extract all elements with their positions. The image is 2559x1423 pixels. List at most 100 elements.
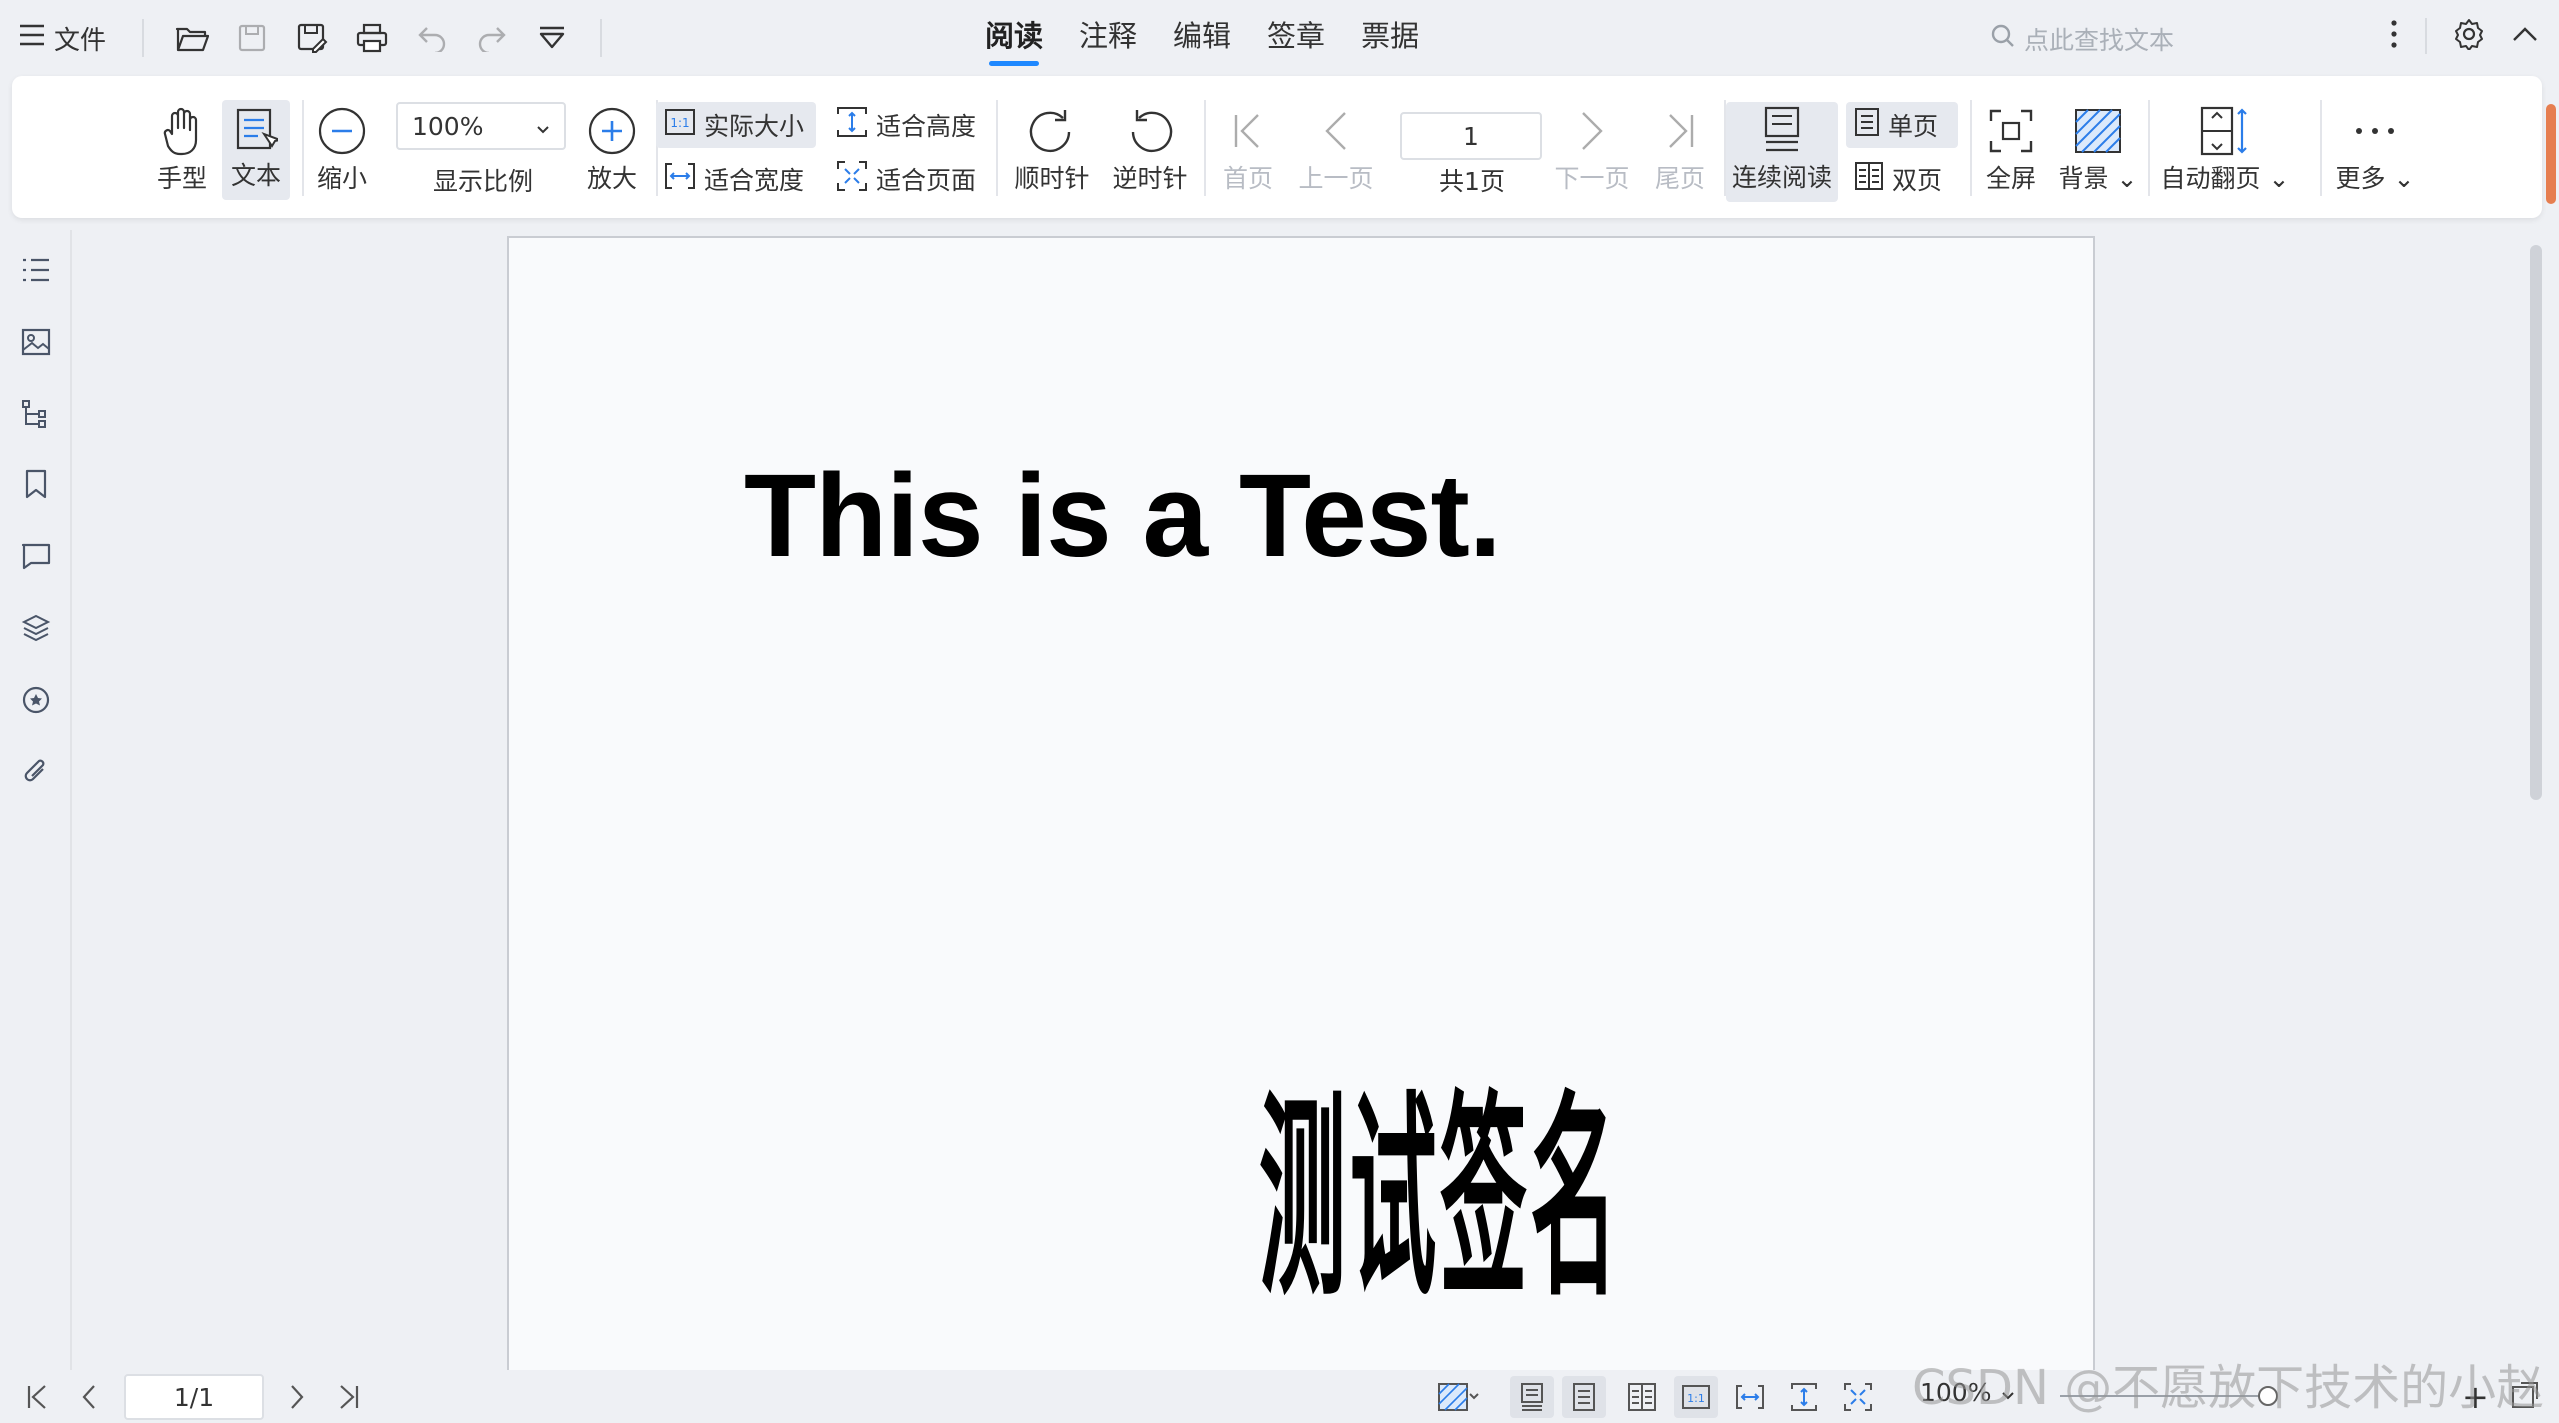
vertical-scrollbar[interactable] <box>2530 245 2542 800</box>
top-bar: 文件 阅读 注释 编辑 签章 票据 点此查找文本 <box>0 0 2559 76</box>
document-page: This is a Test. 测试签名 <box>507 236 2095 1370</box>
tab-annotate[interactable]: 注释 <box>1079 16 1137 66</box>
continuous-reading-button[interactable]: 连续阅读 <box>1726 102 1838 202</box>
page-number-input[interactable]: 1 <box>1400 112 1542 160</box>
zoom-select[interactable]: 100% <box>396 102 566 150</box>
hand-tool-label: 手型 <box>156 164 207 193</box>
collapse-ribbon-icon[interactable] <box>2511 25 2539 47</box>
save-as-icon[interactable] <box>292 18 332 58</box>
status-page-input[interactable]: 1/1 <box>124 1374 264 1420</box>
redo-icon[interactable] <box>472 18 512 58</box>
background-pattern-icon[interactable] <box>1430 1376 1486 1418</box>
rotate-ccw-icon <box>1123 103 1177 159</box>
chevron-right-icon[interactable] <box>282 1382 312 1412</box>
more-options-icon[interactable] <box>2389 19 2399 53</box>
fit-page-button[interactable]: 适合页面 <box>828 156 988 202</box>
single-page-button[interactable]: 单页 <box>1846 102 1958 148</box>
search-box[interactable]: 点此查找文本 <box>1990 20 2290 58</box>
last-page-button[interactable]: 尾页 <box>1648 103 1712 213</box>
background-label-wrap: 背景 ⌄ <box>2059 159 2138 195</box>
hand-tool-button[interactable]: 手型 <box>152 103 212 213</box>
continuous-view-icon[interactable] <box>1510 1376 1554 1418</box>
customize-dropdown-icon[interactable] <box>532 18 572 58</box>
zoom-out-button[interactable]: 缩小 <box>312 103 372 213</box>
rotate-counterclockwise-button[interactable]: 逆时针 <box>1110 103 1190 213</box>
attachment-icon[interactable] <box>18 754 54 790</box>
zoom-out-label: 缩小 <box>316 164 367 193</box>
comment-icon[interactable] <box>18 538 54 574</box>
open-folder-icon[interactable] <box>172 18 212 58</box>
file-menu-button[interactable]: 文件 <box>18 20 124 57</box>
tab-sign[interactable]: 签章 <box>1267 16 1325 66</box>
background-button[interactable]: 背景 ⌄ <box>2058 103 2138 213</box>
rotate-cw-label: 顺时针 <box>1014 164 1090 193</box>
fit-height-icon <box>836 106 868 144</box>
fullscreen-label: 全屏 <box>1985 164 2036 193</box>
last-page-label: 尾页 <box>1654 164 1705 193</box>
fit-height-label: 适合高度 <box>876 112 977 141</box>
structure-tree-icon[interactable] <box>18 396 54 432</box>
zoom-in-button[interactable]: 放大 <box>582 103 642 213</box>
fit-height-button[interactable]: 适合高度 <box>828 102 988 148</box>
previous-page-button[interactable]: 上一页 <box>1296 103 1376 213</box>
thumbnail-icon[interactable] <box>18 324 54 360</box>
gear-icon[interactable] <box>2453 18 2485 54</box>
single-page-label: 单页 <box>1888 112 1939 141</box>
first-page-icon <box>1230 103 1266 159</box>
first-page-button[interactable]: 首页 <box>1216 103 1280 213</box>
tab-read[interactable]: 阅读 <box>985 16 1043 66</box>
text-tool-button[interactable]: 文本 <box>222 100 290 200</box>
actual-size-icon[interactable]: 1:1 <box>1674 1376 1718 1418</box>
more-label-wrap: 更多 ⌄ <box>2336 159 2415 195</box>
layers-icon[interactable] <box>18 610 54 646</box>
fit-page-label: 适合页面 <box>876 166 977 195</box>
main-tabs: 阅读 注释 编辑 签章 票据 <box>985 16 1419 66</box>
fullscreen-button[interactable]: 全屏 <box>1978 103 2044 213</box>
text-select-icon <box>234 100 278 156</box>
tab-invoice[interactable]: 票据 <box>1361 16 1419 66</box>
signature-stamp-icon[interactable] <box>18 682 54 718</box>
undo-icon[interactable] <box>412 18 452 58</box>
double-page-button[interactable]: 双页 <box>1846 156 1958 202</box>
first-page-icon[interactable] <box>22 1382 52 1412</box>
chevron-right-icon <box>1577 103 1607 159</box>
print-icon[interactable] <box>352 18 392 58</box>
fit-width-icon[interactable] <box>1728 1376 1772 1418</box>
previous-page-label: 上一页 <box>1298 164 1374 193</box>
chevron-left-icon[interactable] <box>74 1382 104 1412</box>
save-icon[interactable] <box>232 18 272 58</box>
single-page-icon[interactable] <box>1562 1376 1606 1418</box>
actual-size-icon: 1:1 <box>664 108 696 142</box>
outline-icon[interactable] <box>18 252 54 288</box>
rotate-ccw-label: 逆时针 <box>1112 164 1188 193</box>
fit-page-icon[interactable] <box>1836 1376 1880 1418</box>
fit-width-button[interactable]: 适合宽度 <box>656 156 816 202</box>
left-sidebar <box>0 230 72 1370</box>
hand-icon <box>160 103 204 159</box>
rotate-clockwise-button[interactable]: 顺时针 <box>1012 103 1092 213</box>
double-page-icon <box>1854 161 1884 197</box>
next-page-button[interactable]: 下一页 <box>1552 103 1632 213</box>
fit-width-icon <box>664 162 696 196</box>
auto-flip-label-wrap: 自动翻页 ⌄ <box>2161 159 2290 195</box>
double-page-icon[interactable] <box>1620 1376 1664 1418</box>
actual-size-button[interactable]: 1:1 实际大小 <box>656 102 816 148</box>
continuous-reading-label: 连续阅读 <box>1731 163 1832 192</box>
fullscreen-icon <box>1989 103 2033 159</box>
divider <box>2148 100 2150 196</box>
bookmark-icon[interactable] <box>18 466 54 502</box>
more-button[interactable]: 更多 ⌄ <box>2332 103 2418 213</box>
zoom-caption: 显示比例 <box>432 167 533 196</box>
divider <box>1970 100 1972 196</box>
document-viewport[interactable]: This is a Test. 测试签名 <box>74 230 2534 1370</box>
tab-edit[interactable]: 编辑 <box>1173 16 1231 66</box>
background-pattern-icon <box>2074 103 2122 159</box>
document-title: This is a Test. <box>744 450 1502 582</box>
chevron-down-icon: ⌄ <box>2393 164 2415 193</box>
fit-height-icon[interactable] <box>1782 1376 1826 1418</box>
rotate-cw-icon <box>1025 103 1079 159</box>
last-page-icon[interactable] <box>334 1382 364 1412</box>
auto-flip-button[interactable]: 自动翻页 ⌄ <box>2160 103 2290 213</box>
zoom-select-value: 100% <box>412 111 484 141</box>
ribbon-scrollbar[interactable] <box>2546 104 2556 204</box>
